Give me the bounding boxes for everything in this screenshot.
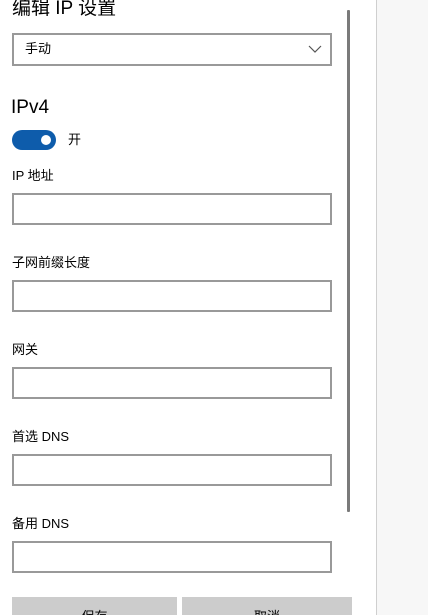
subnet-prefix-length-label: 子网前缀长度 (12, 255, 91, 270)
vertical-scrollbar[interactable] (347, 10, 350, 512)
alternate-dns-input[interactable] (12, 541, 332, 573)
subnet-prefix-length-input[interactable] (12, 280, 332, 312)
dialog-title: 编辑 IP 设置 (12, 0, 117, 19)
ip-address-input[interactable] (12, 193, 332, 225)
background-area (377, 0, 428, 615)
ip-address-label: IP 地址 (12, 168, 54, 183)
ip-mode-select[interactable]: 手动 (12, 33, 332, 66)
save-button[interactable]: 保存 (12, 597, 177, 615)
ipv4-toggle-label: 开 (68, 132, 82, 147)
chevron-down-icon (308, 45, 322, 53)
ipv4-toggle[interactable] (12, 130, 56, 150)
cancel-button[interactable]: 取消 (182, 597, 352, 615)
gateway-label: 网关 (12, 342, 39, 357)
ipv4-section-title: IPv4 (11, 97, 50, 118)
preferred-dns-input[interactable] (12, 454, 332, 486)
preferred-dns-label: 首选 DNS (12, 429, 70, 444)
toggle-knob (41, 135, 51, 145)
gateway-input[interactable] (12, 367, 332, 399)
alternate-dns-label: 备用 DNS (12, 516, 70, 531)
edit-ip-settings-panel: 编辑 IP 设置 手动 IPv4 开 IP 地址 子网前缀长度 网关 首选 DN… (0, 0, 377, 615)
ip-mode-value: 手动 (25, 41, 52, 56)
